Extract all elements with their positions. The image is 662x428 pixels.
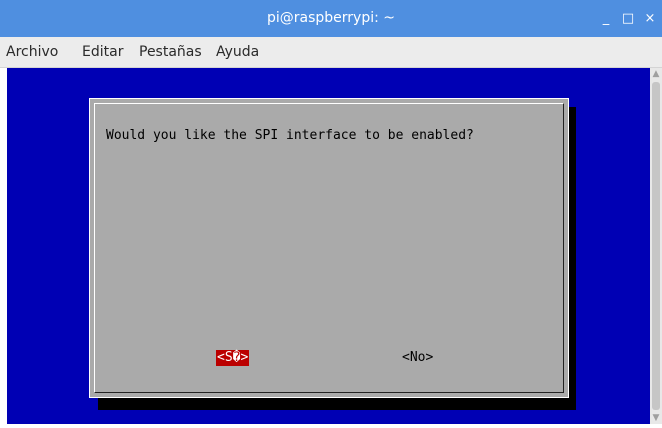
scrollbar[interactable]: ▲ ▼: [650, 68, 662, 424]
menu-pestanas[interactable]: Pestañas: [139, 37, 202, 67]
dialog-inner-frame: [94, 103, 564, 393]
scroll-down-icon[interactable]: ▼: [650, 412, 662, 424]
menu-editar[interactable]: Editar: [82, 37, 123, 67]
title-bar[interactable]: pi@raspberrypi: ~ _ □ ×: [0, 0, 662, 37]
window-title: pi@raspberrypi: ~: [266, 10, 396, 26]
menu-archivo[interactable]: Archivo: [6, 37, 58, 67]
menu-bar: Archivo Editar Pestañas Ayuda: [0, 37, 662, 68]
dialog-question: Would you like the SPI interface to be e…: [106, 128, 474, 143]
scroll-up-icon[interactable]: ▲: [650, 68, 662, 80]
minimize-icon[interactable]: _: [598, 0, 614, 37]
no-button[interactable]: <No>: [402, 350, 433, 366]
yes-button[interactable]: <S�>: [216, 350, 250, 366]
menu-ayuda[interactable]: Ayuda: [216, 37, 259, 67]
maximize-icon[interactable]: □: [620, 0, 636, 37]
close-icon[interactable]: ×: [642, 0, 658, 37]
scroll-thumb[interactable]: [652, 82, 660, 410]
whiptail-dialog: [89, 98, 569, 398]
